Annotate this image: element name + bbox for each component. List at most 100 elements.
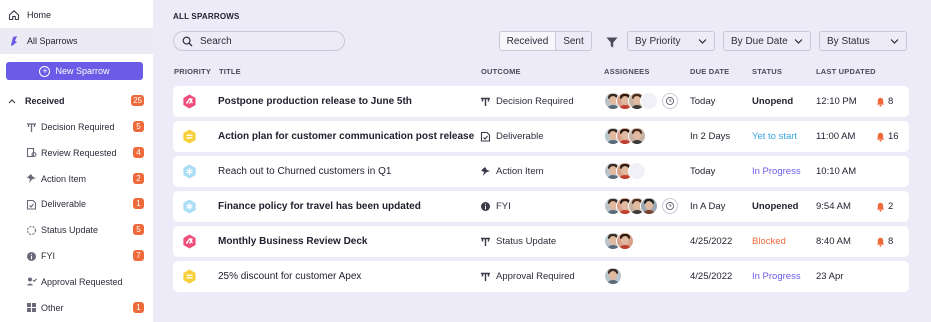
sidebar-item-all-sparrows[interactable]: All Sparrows [0,28,153,54]
outcome-label: Approval Required [496,271,575,282]
sparrow-icon [7,34,21,48]
row-outcome: Action Item [480,166,544,177]
sidebar-item-label: Deliverable [41,199,87,210]
assignees-group [604,127,646,146]
chevron-down-icon [794,37,803,48]
row-outcome: FYI [480,201,511,212]
notification-count: 2 [888,201,894,212]
sidebar: Home All Sparrows + New Sparrow Received… [0,0,153,322]
column-header-last-updated[interactable]: LAST UPDATED [816,67,876,76]
sidebar-item-review-requested[interactable]: Review Requested 4 [0,141,153,165]
deliverable-icon [480,131,491,142]
sidebar-item-home[interactable]: Home [0,2,153,28]
notification-count: 8 [888,96,894,107]
sent-toggle-button[interactable]: Sent [555,31,592,51]
sidebar-item-status-update[interactable]: Status Update 5 [0,218,153,242]
sidebar-item-label: Decision Required [41,122,115,132]
row-due-date: In A Day [690,201,726,212]
assignees-group [604,267,622,286]
priority-medium-icon [182,269,197,284]
row-due-date: Today [690,96,716,107]
table-row[interactable]: Postpone production release to June 5th D… [173,86,909,117]
row-title[interactable]: Postpone production release to June 5th [218,96,412,107]
decision-icon [26,122,37,133]
sidebar-item-label: Home [27,10,52,20]
row-title[interactable]: Finance policy for travel has been updat… [218,201,421,212]
notification-indicator[interactable]: 2 [876,201,893,212]
decision-icon [480,236,491,247]
status-filter-label: By Status [827,35,870,47]
table-row[interactable]: 25% discount for customer Apex Approval R… [173,261,909,292]
sidebar-item-label: Action Item [41,173,87,184]
column-header-status[interactable]: STATUS [752,67,782,76]
new-sparrow-button[interactable]: + New Sparrow [6,62,143,80]
notification-count: 8 [888,236,894,247]
row-due-date: In 2 Days [690,131,731,142]
column-header-assignees[interactable]: ASSIGNEES [604,67,650,76]
sidebar-item-label: FYI [41,251,56,261]
sidebar-item-fyi[interactable]: FYI 7 [0,244,153,268]
count-badge: 5 [133,224,144,236]
avatar[interactable] [604,267,622,285]
sidebar-item-label: Other [41,302,64,313]
add-assignee-button[interactable] [662,93,678,109]
table-row[interactable]: Finance policy for travel has been updat… [173,191,909,222]
due-date-filter-dropdown[interactable]: By Due Date [723,31,811,51]
assignees-group [604,92,678,111]
column-header-due-date[interactable]: DUE DATE [690,67,729,76]
status-badge: Unopend [752,96,794,107]
avatar-placeholder [628,162,646,180]
sidebar-item-other[interactable]: Other 1 [0,296,153,320]
bell-icon [876,132,885,142]
row-outcome: Approval Required [480,271,575,282]
row-title[interactable]: Action plan for customer communication p… [218,131,474,142]
chevron-down-icon [698,37,707,48]
add-assignee-button[interactable] [662,198,678,214]
notification-indicator[interactable]: 8 [876,96,893,107]
column-header-title[interactable]: TITLE [219,67,241,76]
table-row[interactable]: Action plan for customer communication p… [173,121,909,152]
priority-filter-dropdown[interactable]: By Priority [627,31,715,51]
search-icon [182,36,193,47]
chevron-up-icon [8,96,16,106]
status-filter-dropdown[interactable]: By Status [819,31,907,51]
deliverable-icon [26,199,37,210]
sidebar-item-decision-required[interactable]: Decision Required 5 [0,115,153,139]
sidebar-item-approval-requested[interactable]: Approval Requested [0,270,153,294]
filter-icon[interactable] [606,35,618,53]
decision-icon [480,96,491,107]
row-last-updated: 9:54 AM [816,201,851,212]
row-last-updated: 8:40 AM [816,236,851,247]
row-last-updated: 12:10 PM [816,96,857,107]
received-count-badge: 25 [131,95,144,106]
fyi-icon [26,251,37,262]
row-last-updated: 23 Apr [816,271,844,282]
count-badge: 2 [133,172,144,184]
received-label: Received [25,96,65,106]
due-filter-label: By Due Date [731,35,788,47]
row-title[interactable]: 25% discount for customer Apex [218,271,361,282]
row-title[interactable]: Reach out to Churned customers in Q1 [218,166,391,177]
row-title[interactable]: Monthly Business Review Deck [218,236,368,247]
count-badge: 7 [133,250,144,261]
row-due-date: 4/25/2022 [690,271,733,282]
avatar[interactable] [616,232,634,250]
notification-indicator[interactable]: 16 [876,131,899,142]
avatar[interactable] [628,127,646,145]
sidebar-item-action-item[interactable]: Action Item 2 [0,167,153,191]
sidebar-item-deliverable[interactable]: Deliverable 1 [0,192,153,216]
table-row[interactable]: Monthly Business Review Deck Status Updat… [173,226,909,257]
column-header-priority[interactable]: PRIORITY [174,67,211,76]
notification-indicator[interactable]: 8 [876,236,893,247]
priority-low-icon [182,199,197,214]
count-badge: 1 [133,301,144,313]
table-row[interactable]: Reach out to Churned customers in Q1 Acti… [173,156,909,187]
search-input[interactable]: Search [173,31,345,51]
sidebar-item-label: Review Requested [41,147,117,158]
column-header-outcome[interactable]: OUTCOME [481,67,521,76]
bell-icon [876,237,885,247]
sidebar-group-received[interactable]: Received 25 [0,89,153,113]
notification-count: 16 [888,131,899,142]
received-toggle-button[interactable]: Received [499,31,556,51]
avatar[interactable] [640,197,658,215]
